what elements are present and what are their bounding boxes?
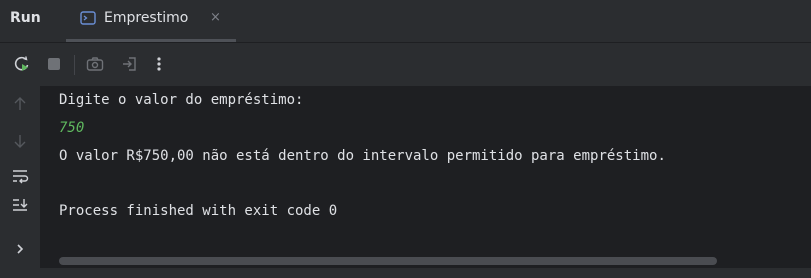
soft-wrap-icon[interactable] <box>7 163 33 189</box>
toolbar-separator <box>74 55 75 75</box>
arrow-down-icon[interactable] <box>7 128 33 154</box>
stop-icon[interactable] <box>41 51 67 77</box>
exit-icon[interactable] <box>116 51 142 77</box>
console-line: Digite o valor do empréstimo: <box>59 92 304 108</box>
console-input-line: 750 <box>59 120 85 136</box>
more-icon[interactable] <box>146 51 172 77</box>
arrow-up-icon[interactable] <box>7 91 33 117</box>
bottom-edge <box>0 268 811 278</box>
screenshot-icon[interactable] <box>82 51 108 77</box>
console-line: Process finished with exit code 0 <box>59 203 338 219</box>
run-toolbar <box>0 43 811 86</box>
horizontal-scrollbar[interactable] <box>59 257 717 265</box>
close-icon[interactable]: × <box>210 0 221 36</box>
active-tab-indicator <box>66 39 236 42</box>
console-side-toolbar <box>0 86 40 278</box>
tab-emprestimo[interactable]: Emprestimo × <box>66 0 236 42</box>
tab-label: Emprestimo <box>104 10 189 26</box>
scroll-to-end-icon[interactable] <box>7 192 33 218</box>
console-icon <box>80 10 96 25</box>
run-panel-title: Run <box>10 10 41 26</box>
chevron-right-icon[interactable] <box>7 236 33 262</box>
console-line: O valor R$750,00 não está dentro do inte… <box>59 148 666 164</box>
run-tool-window-header: Run Emprestimo × <box>0 0 811 43</box>
rerun-icon[interactable] <box>9 51 35 77</box>
console-output[interactable]: Digite o valor do empréstimo: 750 O valo… <box>40 86 811 278</box>
